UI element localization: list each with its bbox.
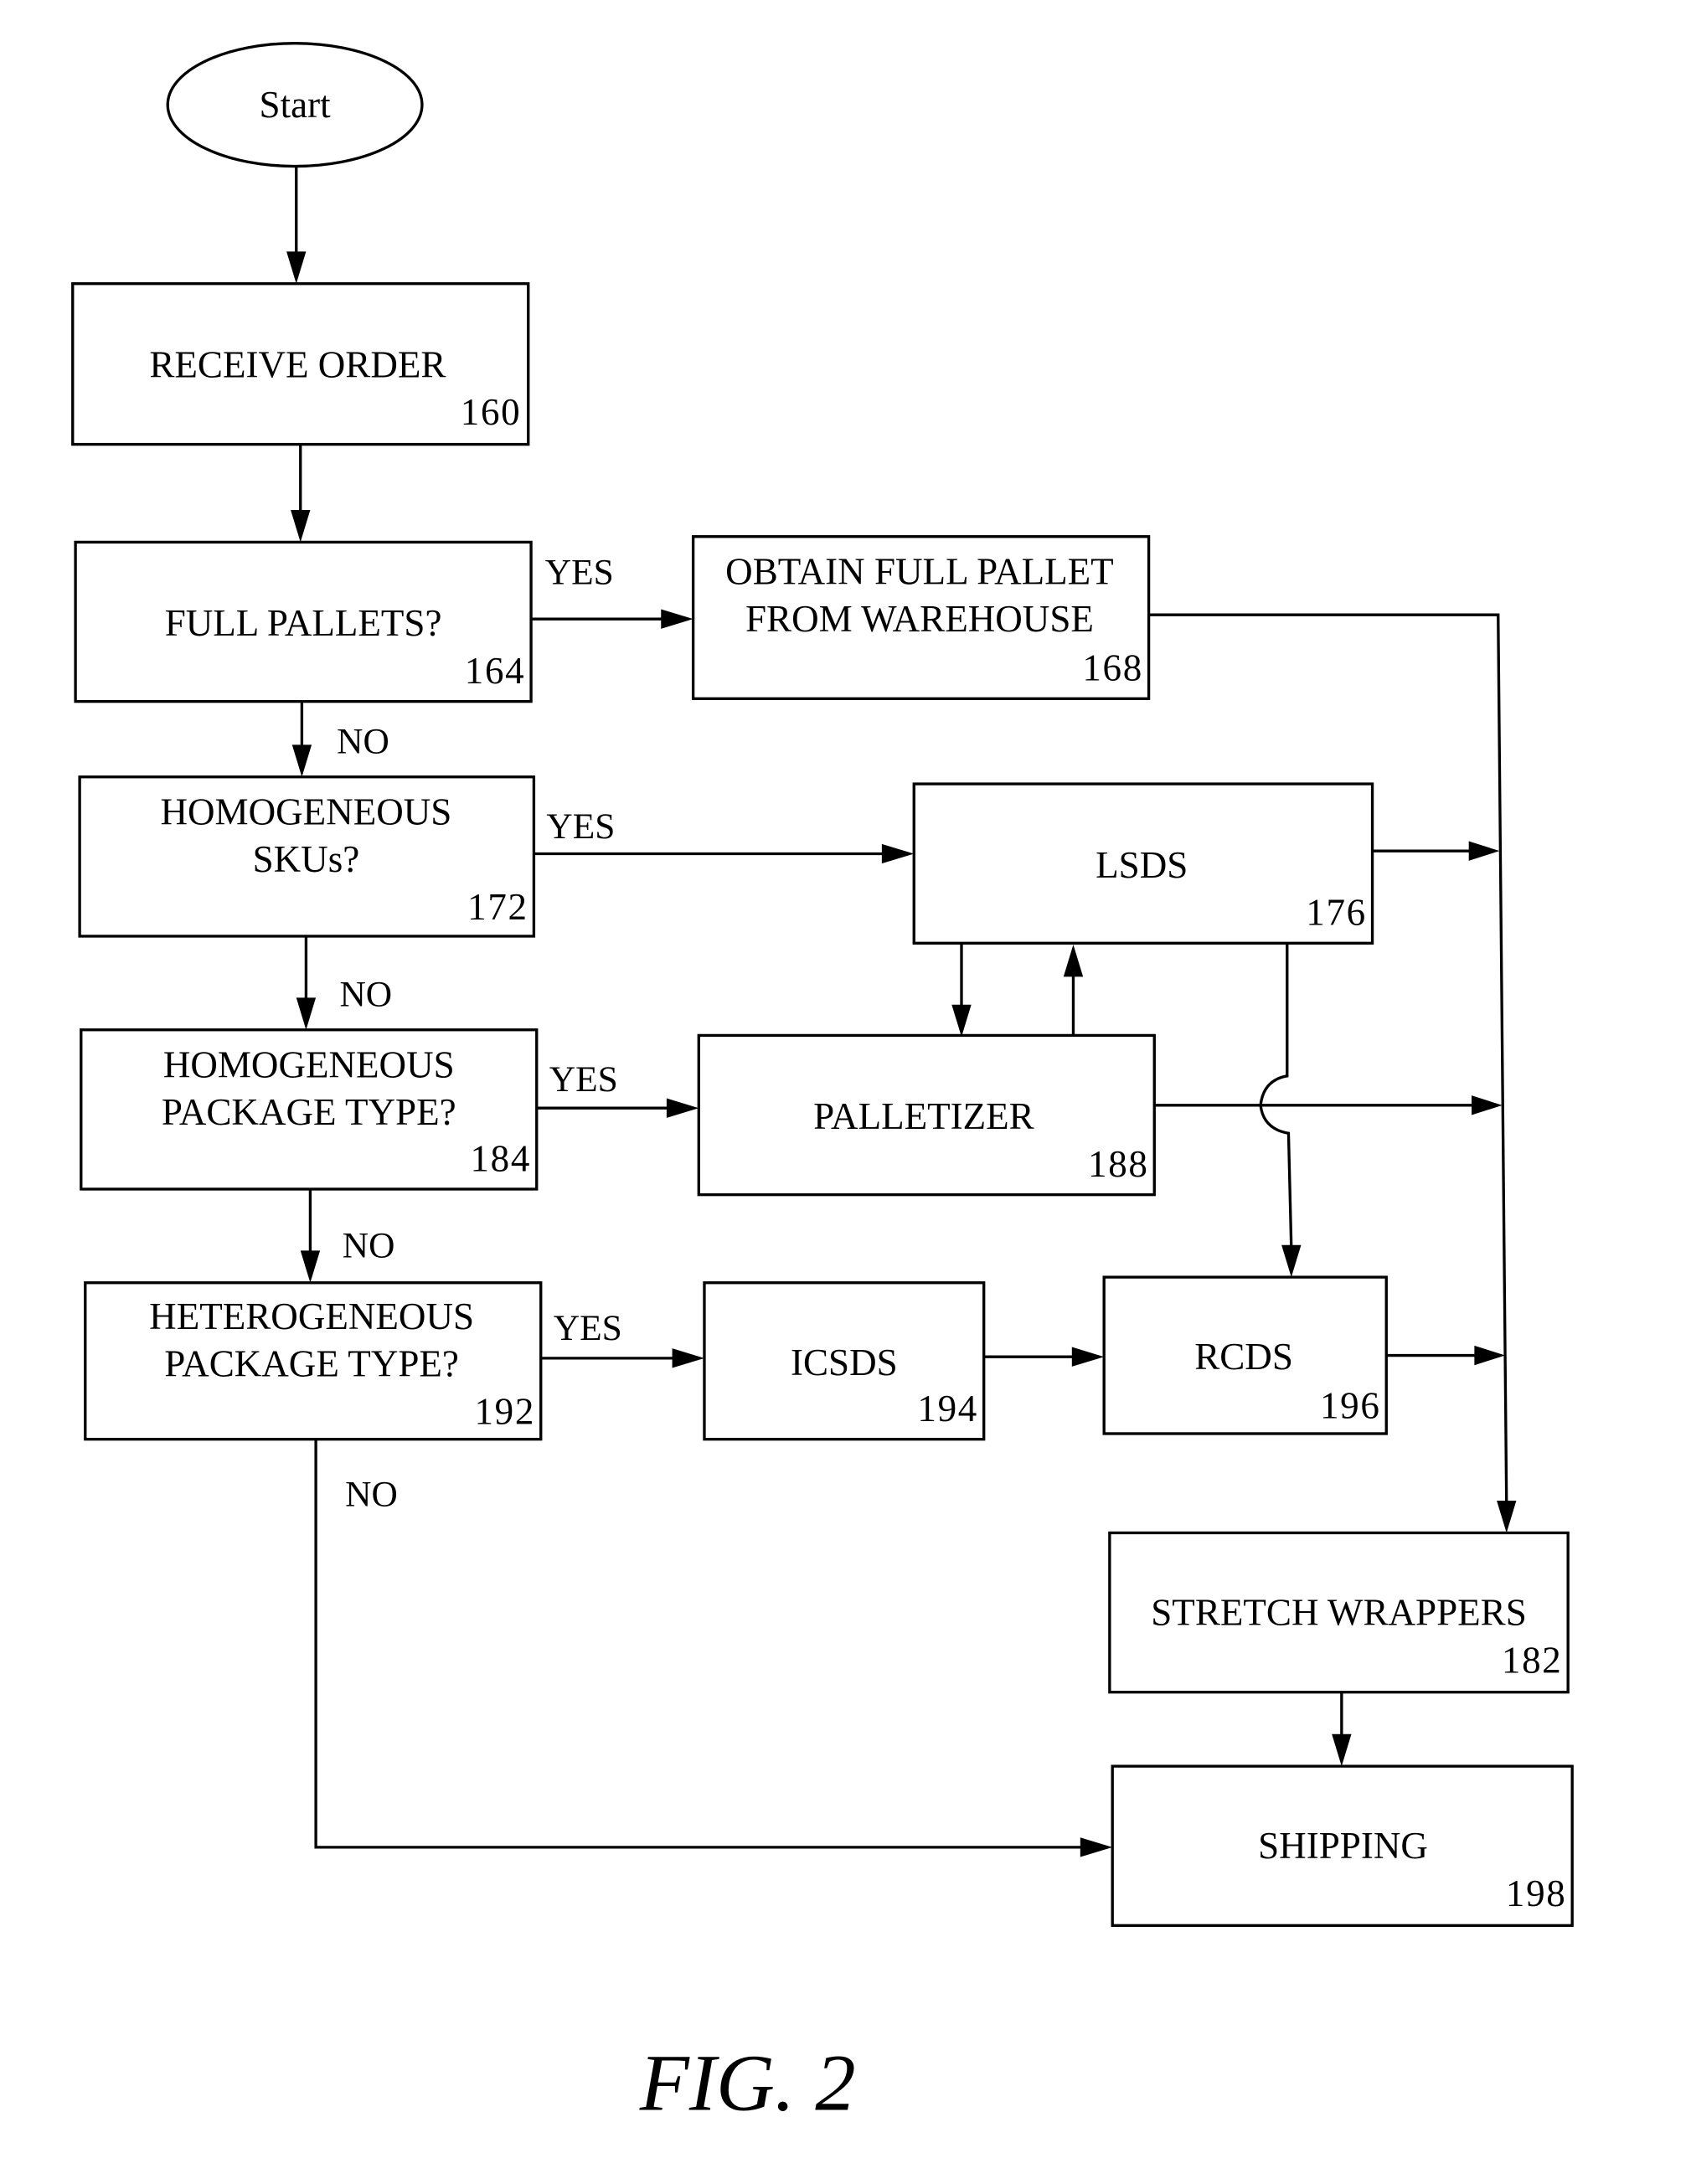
node-label-line-2: PACKAGE TYPE? <box>162 1091 456 1133</box>
edge-package-no: NO <box>300 1188 395 1283</box>
node-homogeneous-skus: HOMOGENEOUS SKUs? 172 <box>78 775 536 938</box>
node-ref: 196 <box>1320 1385 1381 1427</box>
edge-full-pallets-no: NO <box>291 701 389 777</box>
node-icsds: ICSDS 194 <box>703 1281 986 1441</box>
flowchart: Start RECEIVE ORDER 160 FULL PALLETS? 16… <box>71 42 1574 2128</box>
node-label: PALLETIZER <box>813 1095 1034 1137</box>
edge-palletizer-to-lsds <box>1063 944 1084 1036</box>
edge-start-to-receive-order <box>286 166 307 284</box>
node-label-line-2: PACKAGE TYPE? <box>164 1343 459 1385</box>
edge-skus-no: NO <box>296 935 392 1030</box>
start-node: Start <box>166 42 424 168</box>
node-label-line-1: HOMOGENEOUS <box>160 791 451 832</box>
edge-lsds-to-collector <box>1372 841 1500 861</box>
no-label: NO <box>343 1226 395 1266</box>
node-label-line-1: HOMOGENEOUS <box>163 1043 455 1085</box>
node-label-line-2: SKUs? <box>253 838 360 880</box>
node-label: LSDS <box>1096 844 1188 886</box>
node-label: RECEIVE ORDER <box>149 344 446 386</box>
edge-icsds-to-rcds <box>983 1347 1105 1367</box>
edge-rcds-to-collector <box>1386 1345 1506 1366</box>
node-ref: 182 <box>1502 1639 1563 1681</box>
node-ref: 184 <box>470 1137 531 1179</box>
yes-label: YES <box>545 552 614 592</box>
node-receive-order: RECEIVE ORDER 160 <box>71 282 530 446</box>
yes-label: YES <box>554 1308 622 1348</box>
node-label: SHIPPING <box>1258 1825 1428 1867</box>
node-homogeneous-package-type: HOMOGENEOUS PACKAGE TYPE? 184 <box>80 1028 539 1191</box>
node-ref: 194 <box>917 1388 978 1429</box>
no-label: NO <box>339 974 392 1014</box>
figure-caption: FIG. 2 <box>639 2038 856 2128</box>
node-lsds: LSDS 176 <box>912 782 1374 945</box>
node-ref: 160 <box>461 391 522 433</box>
node-ref: 188 <box>1088 1143 1149 1185</box>
edge-skus-yes: YES <box>534 806 915 864</box>
node-ref: 176 <box>1306 892 1367 934</box>
node-label-line-2: FROM WAREHOUSE <box>745 598 1094 640</box>
node-rcds: RCDS 196 <box>1102 1275 1388 1435</box>
node-ref: 172 <box>467 886 528 928</box>
node-palletizer: PALLETIZER 188 <box>697 1033 1156 1197</box>
node-label: FULL PALLETS? <box>165 602 442 644</box>
edge-lsds-to-rcds <box>1259 943 1302 1278</box>
edge-package-yes: YES <box>536 1059 699 1118</box>
edge-stretch-to-shipping <box>1332 1692 1352 1767</box>
edge-receive-to-full-pallets <box>291 444 311 543</box>
edge-heterogeneous-yes: YES <box>540 1308 704 1368</box>
node-label: ICSDS <box>791 1342 898 1383</box>
yes-label: YES <box>549 1059 618 1100</box>
node-heterogeneous-package-type: HETEROGENEOUS PACKAGE TYPE? 192 <box>84 1281 543 1441</box>
node-label: STRETCH WRAPPERS <box>1151 1592 1527 1634</box>
node-ref: 168 <box>1082 647 1143 689</box>
node-full-pallets: FULL PALLETS? 164 <box>74 540 533 703</box>
node-label-line-1: HETEROGENEOUS <box>149 1295 474 1337</box>
start-label: Start <box>260 84 332 126</box>
node-label: RCDS <box>1194 1336 1293 1378</box>
edge-lsds-to-palletizer <box>951 943 972 1038</box>
edge-heterogeneous-no: NO <box>314 1439 1113 1857</box>
node-label-line-1: OBTAIN FULL PALLET <box>725 550 1114 592</box>
no-label: NO <box>345 1475 398 1515</box>
node-obtain-full-pallet: OBTAIN FULL PALLET FROM WAREHOUSE 168 <box>691 535 1151 700</box>
node-ref: 164 <box>465 650 526 692</box>
node-shipping: SHIPPING 198 <box>1111 1764 1574 1927</box>
edge-full-pallets-yes: YES <box>531 552 693 629</box>
node-ref: 192 <box>474 1390 535 1432</box>
node-ref: 198 <box>1506 1872 1567 1914</box>
yes-label: YES <box>546 806 615 847</box>
no-label: NO <box>337 721 389 761</box>
edge-palletizer-to-collector <box>1154 1095 1503 1115</box>
node-stretch-wrappers: STRETCH WRAPPERS 182 <box>1108 1531 1570 1694</box>
